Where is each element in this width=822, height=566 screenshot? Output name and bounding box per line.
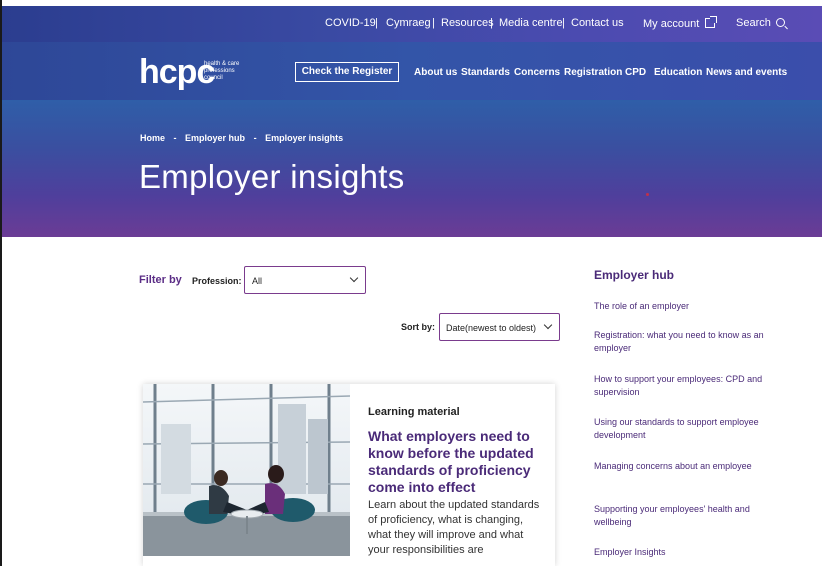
utility-separator: | [432,17,435,29]
card-title[interactable]: What employers need to know before the u… [368,428,543,496]
breadcrumb-separator: - [253,133,257,143]
sidebar-link-support-cpd[interactable]: How to support your employees: CPD and s… [594,373,764,398]
sidebar-link-role-of-employer[interactable]: The role of an employer [594,300,764,313]
page-hero: Home - Employer hub - Employer insights … [0,100,822,237]
card-image [143,384,350,556]
profession-select[interactable]: All [244,266,366,294]
nav-item-news-and-events[interactable]: News and events [706,67,787,78]
logo-subtitle-line: health & care [204,61,240,67]
nav-item-education[interactable]: Education [654,67,702,78]
utility-link-covid[interactable]: COVID-19 [325,17,376,29]
sort-select-value: Date(newest to oldest) [446,323,537,333]
breadcrumb-separator: - [173,133,177,143]
filter-by-label: Filter by [139,274,182,286]
card-body: Learning material What employers need to… [368,406,543,558]
card-content-type: Learning material [368,406,460,418]
check-the-register-button[interactable]: Check the Register [295,62,399,82]
profession-label: Profession: [192,276,242,286]
my-account-link[interactable]: My account [643,16,718,30]
nav-item-standards[interactable]: Standards [461,67,510,78]
nav-item-concerns[interactable]: Concerns [514,67,560,78]
nav-item-cpd[interactable]: CPD [625,67,646,78]
page-title: Employer insights [139,158,405,195]
page-left-border [0,0,2,566]
breadcrumb: Home - Employer hub - Employer insights [140,133,349,143]
utility-link-contact[interactable]: Contact us [571,17,624,29]
utility-separator: | [375,17,378,29]
main-navigation: hcpc health & care professions council C… [0,42,822,100]
insight-card[interactable]: Learning material What employers need to… [143,384,555,566]
page-top-border [0,0,822,6]
decorative-dot [646,193,649,196]
logo-subtitle: health & care professions council [204,61,264,82]
sidebar-link-employer-insights[interactable]: Employer Insights [594,546,764,559]
my-account-label: My account [643,18,700,30]
search-icon [775,18,785,27]
sidebar-title: Employer hub [594,268,675,282]
search-label: Search [736,17,771,29]
utility-link-resources[interactable]: Resources [441,17,494,29]
office-meeting-illustration [143,384,350,556]
external-link-icon [705,16,718,28]
logo-subtitle-line: council [204,75,223,81]
search-button[interactable]: Search [736,17,785,29]
profession-select-value: All [252,276,263,286]
nav-item-registration[interactable]: Registration [564,67,622,78]
breadcrumb-home[interactable]: Home [140,133,165,143]
sidebar-link-health-wellbeing[interactable]: Supporting your employees' health and we… [594,503,764,528]
utility-link-cymraeg[interactable]: Cymraeg [386,17,431,29]
utility-separator: | [490,17,493,29]
sidebar-link-managing-concerns[interactable]: Managing concerns about an employee [594,460,764,473]
utility-link-media-centre[interactable]: Media centre [499,17,563,29]
breadcrumb-current: Employer insights [265,133,344,143]
sort-by-label: Sort by: [401,322,436,332]
nav-item-about-us[interactable]: About us [414,67,457,78]
logo-subtitle-line: professions [204,68,235,74]
sort-select[interactable]: Date(newest to oldest) [439,313,560,341]
utility-bar: COVID-19 | Cymraeg | Resources | Media c… [0,6,822,42]
chevron-down-icon [349,273,359,283]
sidebar-link-standards[interactable]: Using our standards to support employee … [594,416,764,441]
utility-separator: | [562,17,565,29]
chevron-down-icon [543,320,553,330]
breadcrumb-employer-hub[interactable]: Employer hub [185,133,245,143]
card-description: Learn about the updated standards of pro… [368,499,540,556]
sidebar-link-registration[interactable]: Registration: what you need to know as a… [594,329,764,354]
